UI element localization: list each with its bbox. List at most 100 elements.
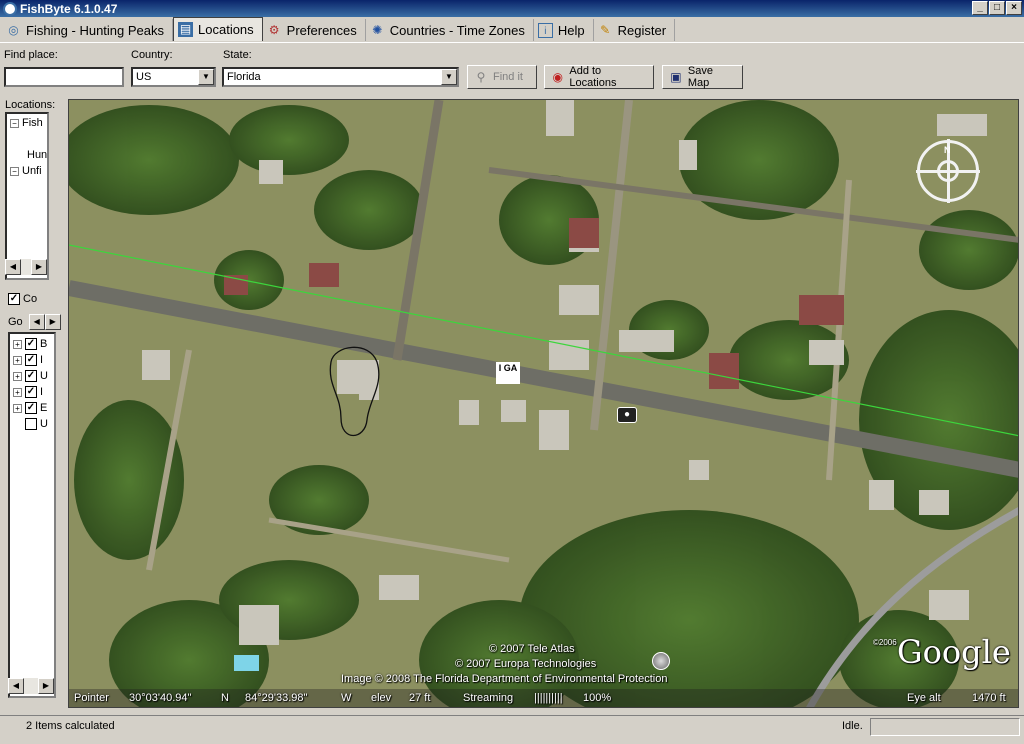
- layer-item[interactable]: U: [25, 418, 48, 430]
- scroll-right-icon[interactable]: ▶: [38, 678, 54, 694]
- satellite-map-view[interactable]: I GA ● N © 2007 Tele Atlas © 2007 Europa…: [68, 99, 1019, 708]
- layers-scrollbar[interactable]: ◀ ▶: [8, 678, 54, 694]
- scroll-left-icon[interactable]: ◀: [28, 314, 45, 330]
- layer-checkbox[interactable]: ✓: [25, 370, 37, 382]
- scroll-right-icon[interactable]: ▶: [44, 314, 61, 330]
- copyright-tele-atlas: © 2007 Tele Atlas: [489, 643, 575, 655]
- tab-bar: ◎ Fishing - Hunting Peaks ▤ Locations ⚙ …: [0, 17, 1024, 43]
- layer-checkbox[interactable]: ✓: [25, 402, 37, 414]
- layers-tree[interactable]: + ✓ B + ✓ I + ✓ U + ✓ I + ✓ E U: [8, 332, 56, 698]
- floppy-disk-icon: ▣: [670, 70, 682, 84]
- state-select[interactable]: Florida ▼: [222, 67, 459, 87]
- magnifier-icon: ⚲: [476, 70, 486, 84]
- pointer-lon: 84°29'33.98": [245, 692, 308, 704]
- compass-axis: [916, 170, 980, 173]
- eye-alt-label: Eye alt: [907, 692, 941, 704]
- layer-item[interactable]: + ✓ U: [13, 370, 48, 382]
- globe-icon: ✺: [372, 22, 383, 37]
- maximize-button[interactable]: □: [989, 1, 1005, 15]
- map-place-label[interactable]: I GA: [496, 362, 520, 384]
- window-title: FishByte 6.1.0.47: [20, 1, 118, 16]
- close-button[interactable]: ×: [1006, 1, 1022, 15]
- preferences-icon: ⚙: [268, 22, 280, 37]
- checkbox-co[interactable]: ✓: [8, 293, 20, 305]
- expand-icon[interactable]: +: [13, 387, 22, 397]
- tab-countries-time-zones[interactable]: ✺ Countries - Time Zones: [366, 19, 534, 41]
- save-map-button[interactable]: ▣ Save Map: [662, 65, 743, 89]
- expand-icon[interactable]: +: [13, 371, 22, 381]
- target-icon: ◉: [552, 70, 563, 84]
- collapse-icon[interactable]: −: [10, 118, 19, 128]
- status-items-calculated: 2 Items calculated: [26, 720, 115, 732]
- minimize-button[interactable]: _: [972, 1, 988, 15]
- status-progress: [870, 718, 1020, 736]
- pointer-lat-dir: N: [221, 692, 229, 704]
- co-checkbox-row[interactable]: ✓ Co: [8, 293, 37, 305]
- state-label: State:: [223, 49, 252, 61]
- status-bar: 2 Items calculated Idle.: [0, 715, 1024, 737]
- expand-icon[interactable]: +: [13, 355, 22, 365]
- compass-rose-icon[interactable]: N: [916, 139, 980, 203]
- expand-icon[interactable]: +: [13, 403, 22, 413]
- eye-alt-value: 1470 ft: [972, 692, 1006, 704]
- google-logo: Google: [897, 633, 1011, 671]
- register-icon: ✎: [600, 22, 611, 37]
- layer-checkbox[interactable]: ✓: [25, 386, 37, 398]
- tree-item-unfiled[interactable]: − Unfi: [10, 165, 42, 177]
- country-label: Country:: [131, 49, 173, 61]
- help-icon: i: [537, 22, 553, 38]
- tree-item-hunting[interactable]: Hun: [27, 149, 47, 161]
- pointer-lat: 30°03'40.94": [129, 692, 192, 704]
- layer-checkbox[interactable]: ✓: [25, 354, 37, 366]
- tab-preferences[interactable]: ⚙ Preferences: [263, 19, 366, 41]
- find-place-label: Find place:: [4, 49, 58, 61]
- go-tab-row[interactable]: Go ◀ ▶: [8, 314, 61, 330]
- camera-icon[interactable]: ●: [617, 407, 637, 423]
- left-panel: Locations: − Fish Hun − Unfi ◀ ▶ ✓ Co Go…: [0, 96, 64, 710]
- title-bar: FishByte 6.1.0.47 _ □ ×: [0, 0, 1024, 17]
- copyright-image: Image © 2008 The Florida Department of E…: [341, 673, 668, 685]
- copyright-europa: © 2007 Europa Technologies: [455, 658, 597, 670]
- window-controls: _ □ ×: [972, 1, 1022, 15]
- layer-checkbox[interactable]: ✓: [25, 338, 37, 350]
- streaming-bars: ||||||||||: [534, 692, 563, 704]
- tab-locations[interactable]: ▤ Locations: [173, 17, 263, 41]
- google-year: ©2006: [873, 638, 897, 647]
- layer-item[interactable]: + ✓ E: [13, 402, 47, 414]
- find-place-input[interactable]: [4, 67, 124, 87]
- tree-scrollbar[interactable]: ◀ ▶: [5, 259, 47, 275]
- collapse-icon[interactable]: −: [10, 166, 19, 176]
- pointer-label: Pointer: [74, 692, 109, 704]
- pointer-lon-dir: W: [341, 692, 352, 704]
- scroll-right-icon[interactable]: ▶: [31, 259, 47, 275]
- scroll-left-icon[interactable]: ◀: [8, 678, 24, 694]
- layer-item[interactable]: + ✓ I: [13, 354, 43, 366]
- elev-label: elev: [371, 692, 392, 704]
- tab-fishing-hunting-peaks[interactable]: ◎ Fishing - Hunting Peaks: [2, 19, 174, 41]
- globe-icon: [652, 652, 670, 670]
- country-select[interactable]: US ▼: [131, 67, 216, 87]
- status-state: Idle.: [842, 720, 863, 732]
- go-tab[interactable]: Go: [8, 316, 23, 328]
- tab-help[interactable]: i Help: [534, 19, 594, 41]
- layer-item[interactable]: + ✓ B: [13, 338, 47, 350]
- compass-north-label: N: [944, 145, 951, 155]
- layer-item[interactable]: + ✓ I: [13, 386, 43, 398]
- search-toolbar: Find place: Country: US ▼ State: Florida…: [0, 44, 1024, 94]
- tree-item-fishing[interactable]: − Fish: [10, 117, 43, 129]
- locations-tree[interactable]: − Fish Hun − Unfi: [5, 112, 49, 280]
- layer-checkbox[interactable]: [25, 418, 37, 430]
- scroll-left-icon[interactable]: ◀: [5, 259, 21, 275]
- find-it-button[interactable]: ⚲ Find it: [467, 65, 537, 89]
- tab-register[interactable]: ✎ Register: [594, 19, 676, 41]
- streaming-percent: 100%: [583, 692, 612, 704]
- elev-value: 27 ft: [409, 692, 431, 704]
- streaming-label: Streaming: [463, 692, 514, 704]
- add-to-locations-button[interactable]: ◉ Add to Locations: [544, 65, 654, 89]
- expand-icon[interactable]: +: [13, 339, 22, 349]
- chevron-down-icon[interactable]: ▼: [198, 69, 214, 85]
- app-icon: [3, 1, 17, 16]
- compass-icon: ◎: [8, 22, 19, 37]
- chevron-down-icon[interactable]: ▼: [441, 69, 457, 85]
- locations-label: Locations:: [5, 99, 56, 111]
